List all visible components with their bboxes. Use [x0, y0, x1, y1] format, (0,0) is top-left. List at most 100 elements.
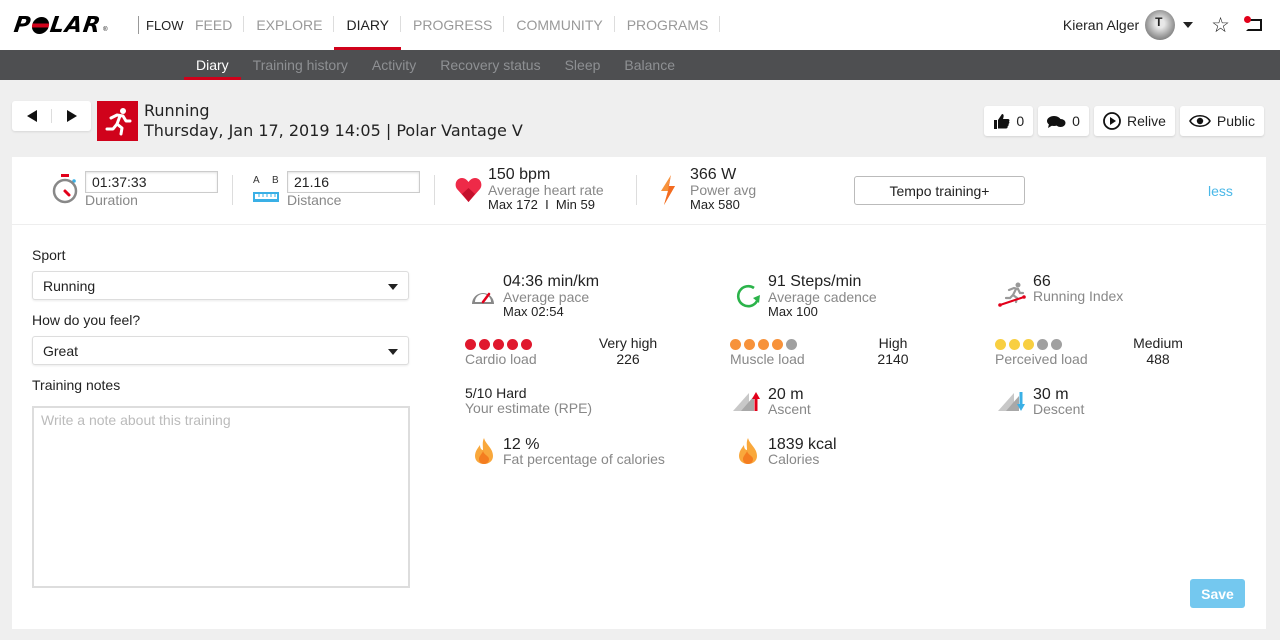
rpe-label: Your estimate (RPE)	[465, 400, 593, 416]
chevron-down-icon	[388, 284, 398, 290]
ascent-icon	[733, 392, 760, 411]
cardio-load-value: 226	[616, 351, 640, 367]
perceived-load-dots	[995, 339, 1062, 350]
sub-nav: Diary Training history Activity Recovery…	[184, 50, 687, 80]
cadence-detail: Max 100	[768, 304, 818, 319]
subnav-diary[interactable]: Diary	[184, 50, 241, 80]
cadence-icon	[736, 284, 760, 308]
training-notes-input[interactable]	[32, 406, 410, 588]
duration-label: Duration	[85, 192, 138, 208]
like-button[interactable]: 0	[984, 106, 1034, 136]
play-circle-icon	[1103, 112, 1121, 130]
feel-select[interactable]: Great	[32, 336, 409, 365]
session-subtitle: Thursday, Jan 17, 2019 14:05 | Polar Van…	[144, 121, 523, 140]
training-benefit-button[interactable]: Tempo training+	[854, 176, 1025, 205]
notes-label: Training notes	[32, 377, 121, 393]
nav-programs[interactable]: PROGRAMS	[615, 0, 721, 50]
muscle-load-label: Muscle load	[730, 351, 805, 367]
relive-button[interactable]: Relive	[1093, 106, 1175, 136]
session-card: Duration A B Distance 150 bpm Average he…	[12, 157, 1266, 629]
load-dot	[995, 339, 1006, 350]
cardio-load-dots	[465, 339, 532, 350]
load-dot	[465, 339, 476, 350]
ab-label-a: A	[253, 175, 260, 186]
save-button[interactable]: Save	[1190, 579, 1245, 608]
distance-label: Distance	[287, 192, 342, 208]
duration-input[interactable]	[85, 171, 218, 193]
nav-progress[interactable]: PROGRESS	[401, 0, 505, 50]
heart-rate-detail: Max 172 I Min 59	[488, 197, 595, 212]
subnav-activity[interactable]: Activity	[360, 50, 428, 80]
stopwatch-icon	[52, 174, 78, 204]
load-dot	[1037, 339, 1048, 350]
arrow-right-icon	[66, 110, 77, 122]
main-nav: FEED EXPLORE DIARY PROGRESS COMMUNITY PR…	[183, 0, 721, 50]
nav-diary[interactable]: DIARY	[334, 0, 402, 50]
flame-icon	[739, 438, 757, 464]
perceived-load-value: 488	[1146, 351, 1170, 367]
subnav-sleep[interactable]: Sleep	[553, 50, 613, 80]
rpe-value: 5/10 Hard	[465, 385, 527, 401]
session-title: Running Thursday, Jan 17, 2019 14:05 | P…	[144, 101, 523, 141]
comment-button[interactable]: 0	[1038, 106, 1089, 136]
logo-o-mark	[30, 16, 51, 34]
load-dot	[507, 339, 518, 350]
user-area: Kieran Alger ☆	[1063, 0, 1280, 50]
visibility-button[interactable]: Public	[1179, 106, 1264, 136]
pace-detail: Max 02:54	[503, 304, 564, 319]
distance-input[interactable]	[287, 171, 420, 193]
sport-label: Sport	[32, 247, 66, 263]
load-dot	[479, 339, 490, 350]
subnav-recovery-status[interactable]: Recovery status	[428, 50, 552, 80]
running-sport-icon	[97, 101, 138, 141]
user-menu-chevron-down-icon[interactable]	[1183, 22, 1194, 28]
running-index-icon	[998, 282, 1026, 307]
message-icon[interactable]	[1244, 16, 1264, 34]
muscle-load-level: High	[878, 335, 908, 351]
pace-label: Average pace	[503, 289, 590, 305]
load-dot	[1023, 339, 1034, 350]
top-header: P LAR ® FLOW FEED EXPLORE DIARY PROGRESS …	[0, 0, 1280, 50]
previous-button[interactable]	[12, 101, 51, 131]
perceived-load-label: Perceived load	[995, 351, 1088, 367]
lightning-icon	[661, 175, 675, 205]
flame-icon	[475, 438, 493, 464]
runner-icon	[105, 108, 131, 136]
ascent-label: Ascent	[768, 401, 811, 417]
subnav-training-history[interactable]: Training history	[241, 50, 360, 80]
power-detail: Max 580	[690, 197, 740, 212]
load-dot	[521, 339, 532, 350]
session-actions: 0 0 Relive Public	[984, 106, 1264, 136]
perceived-load-level: Medium	[1133, 335, 1183, 351]
cardio-load-label: Cardio load	[465, 351, 537, 367]
eye-icon	[1188, 114, 1211, 128]
calories-label: Calories	[768, 451, 820, 467]
load-dot	[772, 339, 783, 350]
nav-feed[interactable]: FEED	[183, 0, 245, 50]
polar-logo[interactable]: P LAR ®	[12, 13, 107, 38]
descent-label: Descent	[1033, 401, 1085, 417]
notification-dot	[1244, 16, 1251, 23]
load-dot	[1009, 339, 1020, 350]
cardio-load-level: Very high	[598, 335, 658, 351]
avatar[interactable]	[1145, 10, 1176, 40]
star-icon[interactable]: ☆	[1211, 15, 1230, 36]
active-indicator	[184, 77, 241, 80]
feel-label: How do you feel?	[32, 312, 141, 328]
sport-select[interactable]: Running	[32, 271, 409, 300]
next-button[interactable]	[52, 101, 91, 131]
summary-strip: Duration A B Distance 150 bpm Average he…	[12, 157, 1266, 225]
session-sport: Running	[144, 101, 210, 120]
nav-explore[interactable]: EXPLORE	[244, 0, 335, 50]
load-dot	[744, 339, 755, 350]
thumbs-up-icon	[994, 114, 1010, 129]
running-index-label: Running Index	[1033, 288, 1124, 304]
sub-nav-bar: Diary Training history Activity Recovery…	[0, 50, 1280, 80]
nav-community[interactable]: COMMUNITY	[504, 0, 616, 50]
logo-divider	[138, 16, 139, 34]
cadence-label: Average cadence	[768, 289, 877, 305]
fat-percentage-label: Fat percentage of calories	[503, 451, 665, 467]
user-name[interactable]: Kieran Alger	[1063, 17, 1139, 33]
show-less-link[interactable]: less	[1208, 183, 1233, 199]
subnav-balance[interactable]: Balance	[612, 50, 687, 80]
